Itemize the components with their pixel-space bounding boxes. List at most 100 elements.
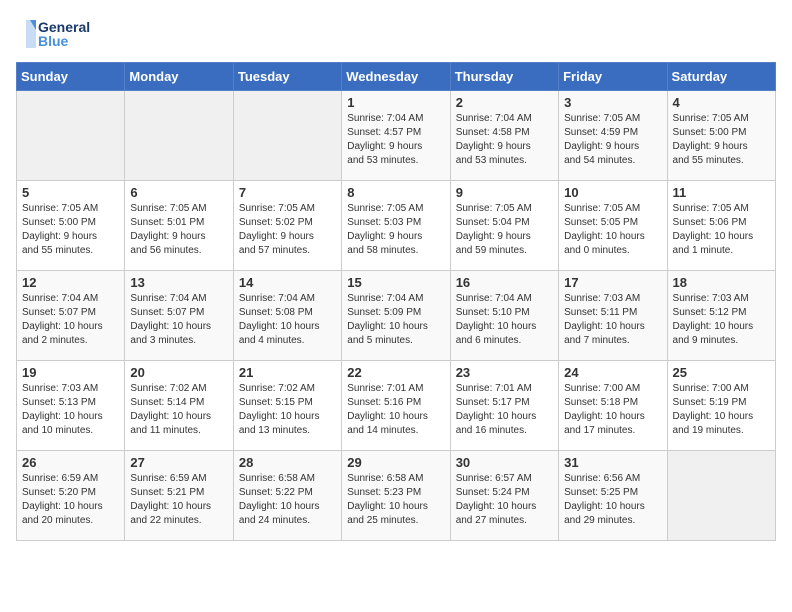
day-info: Sunrise: 7:04 AM Sunset: 5:07 PM Dayligh… <box>22 292 119 348</box>
weekday-header-thursday: Thursday <box>450 63 558 91</box>
calendar-cell: 21 Sunrise: 7:02 AM Sunset: 5:15 PM Dayli… <box>233 361 341 451</box>
calendar-cell: 9 Sunrise: 7:05 AM Sunset: 5:04 PM Daylig… <box>450 181 558 271</box>
day-number: 29 <box>347 455 444 470</box>
day-info: Sunrise: 7:00 AM Sunset: 5:19 PM Dayligh… <box>673 382 770 438</box>
calendar-cell: 8 Sunrise: 7:05 AM Sunset: 5:03 PM Daylig… <box>342 181 450 271</box>
week-row-4: 19Sunrise: 7:03 AM Sunset: 5:13 PM Dayli… <box>17 361 776 451</box>
day-number: 28 <box>239 455 336 470</box>
day-info: Sunrise: 7:04 AM Sunset: 4:57 PM Dayligh… <box>347 112 444 168</box>
day-number: 17 <box>564 275 661 290</box>
weekday-header-monday: Monday <box>125 63 233 91</box>
day-number: 23 <box>456 365 553 380</box>
day-info: Sunrise: 7:05 AM Sunset: 5:03 PM Dayligh… <box>347 202 444 258</box>
day-info: Sunrise: 6:59 AM Sunset: 5:20 PM Dayligh… <box>22 472 119 528</box>
calendar-table: SundayMondayTuesdayWednesdayThursdayFrid… <box>16 62 776 541</box>
day-info: Sunrise: 7:03 AM Sunset: 5:13 PM Dayligh… <box>22 382 119 438</box>
day-info: Sunrise: 7:00 AM Sunset: 5:18 PM Dayligh… <box>564 382 661 438</box>
day-number: 9 <box>456 185 553 200</box>
day-number: 3 <box>564 95 661 110</box>
day-info: Sunrise: 7:02 AM Sunset: 5:15 PM Dayligh… <box>239 382 336 438</box>
day-number: 30 <box>456 455 553 470</box>
day-info: Sunrise: 7:01 AM Sunset: 5:17 PM Dayligh… <box>456 382 553 438</box>
calendar-cell: 30 Sunrise: 6:57 AM Sunset: 5:24 PM Dayli… <box>450 451 558 541</box>
calendar-cell: 2 Sunrise: 7:04 AM Sunset: 4:58 PM Daylig… <box>450 91 558 181</box>
day-info: Sunrise: 7:02 AM Sunset: 5:14 PM Dayligh… <box>130 382 227 438</box>
day-info: Sunrise: 7:03 AM Sunset: 5:11 PM Dayligh… <box>564 292 661 348</box>
day-number: 6 <box>130 185 227 200</box>
day-info: Sunrise: 7:05 AM Sunset: 5:04 PM Dayligh… <box>456 202 553 258</box>
calendar-cell: 28 Sunrise: 6:58 AM Sunset: 5:22 PM Dayli… <box>233 451 341 541</box>
day-info: Sunrise: 6:59 AM Sunset: 5:21 PM Dayligh… <box>130 472 227 528</box>
day-number: 22 <box>347 365 444 380</box>
calendar-cell <box>233 91 341 181</box>
calendar-cell: 7Sunrise: 7:05 AM Sunset: 5:02 PM Daylig… <box>233 181 341 271</box>
day-info: Sunrise: 7:05 AM Sunset: 5:00 PM Dayligh… <box>673 112 770 168</box>
day-info: Sunrise: 7:04 AM Sunset: 4:58 PM Dayligh… <box>456 112 553 168</box>
day-number: 25 <box>673 365 770 380</box>
day-info: Sunrise: 6:58 AM Sunset: 5:22 PM Dayligh… <box>239 472 336 528</box>
weekday-header-row: SundayMondayTuesdayWednesdayThursdayFrid… <box>17 63 776 91</box>
day-info: Sunrise: 7:04 AM Sunset: 5:08 PM Dayligh… <box>239 292 336 348</box>
week-row-5: 26Sunrise: 6:59 AM Sunset: 5:20 PM Dayli… <box>17 451 776 541</box>
calendar-cell: 14 Sunrise: 7:04 AM Sunset: 5:08 PM Dayli… <box>233 271 341 361</box>
day-info: Sunrise: 7:04 AM Sunset: 5:07 PM Dayligh… <box>130 292 227 348</box>
day-number: 8 <box>347 185 444 200</box>
day-info: Sunrise: 6:57 AM Sunset: 5:24 PM Dayligh… <box>456 472 553 528</box>
day-info: Sunrise: 7:04 AM Sunset: 5:10 PM Dayligh… <box>456 292 553 348</box>
day-info: Sunrise: 7:05 AM Sunset: 5:00 PM Dayligh… <box>22 202 119 258</box>
day-number: 5 <box>22 185 119 200</box>
day-number: 10 <box>564 185 661 200</box>
day-info: Sunrise: 7:01 AM Sunset: 5:16 PM Dayligh… <box>347 382 444 438</box>
weekday-header-wednesday: Wednesday <box>342 63 450 91</box>
calendar-cell: 15 Sunrise: 7:04 AM Sunset: 5:09 PM Dayli… <box>342 271 450 361</box>
day-info: Sunrise: 7:05 AM Sunset: 5:05 PM Dayligh… <box>564 202 661 258</box>
day-number: 11 <box>673 185 770 200</box>
calendar-cell: 13 Sunrise: 7:04 AM Sunset: 5:07 PM Dayli… <box>125 271 233 361</box>
day-number: 27 <box>130 455 227 470</box>
weekday-header-saturday: Saturday <box>667 63 775 91</box>
calendar-cell: 16 Sunrise: 7:04 AM Sunset: 5:10 PM Dayli… <box>450 271 558 361</box>
calendar-cell: 6 Sunrise: 7:05 AM Sunset: 5:01 PM Daylig… <box>125 181 233 271</box>
day-info: Sunrise: 7:05 AM Sunset: 4:59 PM Dayligh… <box>564 112 661 168</box>
day-number: 2 <box>456 95 553 110</box>
day-number: 4 <box>673 95 770 110</box>
logo: General Blue <box>16 16 106 52</box>
calendar-cell: 4 Sunrise: 7:05 AM Sunset: 5:00 PM Daylig… <box>667 91 775 181</box>
day-number: 1 <box>347 95 444 110</box>
week-row-3: 12 Sunrise: 7:04 AM Sunset: 5:07 PM Dayli… <box>17 271 776 361</box>
day-info: Sunrise: 7:04 AM Sunset: 5:09 PM Dayligh… <box>347 292 444 348</box>
day-number: 20 <box>130 365 227 380</box>
calendar-cell: 18Sunrise: 7:03 AM Sunset: 5:12 PM Dayli… <box>667 271 775 361</box>
calendar-cell: 29 Sunrise: 6:58 AM Sunset: 5:23 PM Dayli… <box>342 451 450 541</box>
day-number: 15 <box>347 275 444 290</box>
day-number: 7 <box>239 185 336 200</box>
weekday-header-friday: Friday <box>559 63 667 91</box>
day-number: 31 <box>564 455 661 470</box>
logo-svg: General Blue <box>16 16 106 52</box>
week-row-2: 5 Sunrise: 7:05 AM Sunset: 5:00 PM Daylig… <box>17 181 776 271</box>
day-number: 13 <box>130 275 227 290</box>
calendar-cell: 26Sunrise: 6:59 AM Sunset: 5:20 PM Dayli… <box>17 451 125 541</box>
calendar-cell: 24Sunrise: 7:00 AM Sunset: 5:18 PM Dayli… <box>559 361 667 451</box>
day-info: Sunrise: 6:58 AM Sunset: 5:23 PM Dayligh… <box>347 472 444 528</box>
calendar-cell: 25 Sunrise: 7:00 AM Sunset: 5:19 PM Dayli… <box>667 361 775 451</box>
calendar-cell: 3 Sunrise: 7:05 AM Sunset: 4:59 PM Daylig… <box>559 91 667 181</box>
day-info: Sunrise: 7:05 AM Sunset: 5:01 PM Dayligh… <box>130 202 227 258</box>
calendar-cell <box>125 91 233 181</box>
calendar-cell: 23 Sunrise: 7:01 AM Sunset: 5:17 PM Dayli… <box>450 361 558 451</box>
calendar-cell: 1 Sunrise: 7:04 AM Sunset: 4:57 PM Daylig… <box>342 91 450 181</box>
day-number: 14 <box>239 275 336 290</box>
day-info: Sunrise: 7:05 AM Sunset: 5:06 PM Dayligh… <box>673 202 770 258</box>
calendar-cell: 17 Sunrise: 7:03 AM Sunset: 5:11 PM Dayli… <box>559 271 667 361</box>
calendar-cell: 20 Sunrise: 7:02 AM Sunset: 5:14 PM Dayli… <box>125 361 233 451</box>
day-info: Sunrise: 6:56 AM Sunset: 5:25 PM Dayligh… <box>564 472 661 528</box>
weekday-header-tuesday: Tuesday <box>233 63 341 91</box>
calendar-cell: 31 Sunrise: 6:56 AM Sunset: 5:25 PM Dayli… <box>559 451 667 541</box>
day-number: 16 <box>456 275 553 290</box>
svg-text:Blue: Blue <box>38 33 69 49</box>
day-number: 12 <box>22 275 119 290</box>
calendar-cell: 12 Sunrise: 7:04 AM Sunset: 5:07 PM Dayli… <box>17 271 125 361</box>
week-row-1: 1 Sunrise: 7:04 AM Sunset: 4:57 PM Daylig… <box>17 91 776 181</box>
day-info: Sunrise: 7:03 AM Sunset: 5:12 PM Dayligh… <box>673 292 770 348</box>
day-number: 21 <box>239 365 336 380</box>
